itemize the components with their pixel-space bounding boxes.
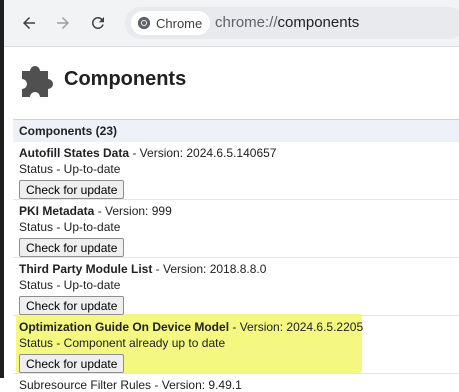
check-for-update-button[interactable]: Check for update [19,180,125,199]
url-path: components [277,14,360,31]
component-title: Third Party Module List - Version: 2018.… [19,262,459,277]
check-for-update-button[interactable]: Check for update [19,296,125,315]
component-title: PKI Metadata - Version: 999 [19,204,459,219]
component-version: - Version: 999 [94,204,172,218]
component-item: PKI Metadata - Version: 999 Status - Up-… [13,200,459,258]
chrome-logo-icon [137,16,151,30]
component-item-partial: Subresource Filter Rules - Version: 9.49… [13,374,459,392]
url-scheme: chrome:// [215,14,278,31]
component-status: Status - Component already up to date [19,336,226,350]
address-bar[interactable]: Chrome chrome://components [125,7,459,39]
component-name: Subresource Filter Rules [19,378,152,392]
url-text[interactable]: chrome://components [215,14,359,31]
component-item: Third Party Module List - Version: 2018.… [13,258,459,316]
forward-button[interactable] [51,11,75,35]
reload-button[interactable] [86,11,110,35]
check-for-update-button[interactable]: Check for update [19,238,125,257]
component-item: Autofill States Data - Version: 2024.6.5… [13,142,459,200]
chrome-chip[interactable]: Chrome [131,11,211,35]
component-item-highlighted: Optimization Guide On Device Model - Ver… [13,316,459,374]
component-version: - Version: 9.49.1 [151,378,242,392]
component-title: Autofill States Data - Version: 2024.6.5… [19,146,459,161]
component-version: - Version: 2024.6.5.140657 [129,146,277,160]
component-name: Autofill States Data [19,146,130,160]
component-status: Status - Up-to-date [19,162,121,176]
components-page: Components Components (23) Autofill Stat… [4,47,459,392]
back-button[interactable] [17,11,41,35]
component-status: Status - Up-to-date [19,220,121,234]
arrow-right-icon [57,17,69,29]
component-name: PKI Metadata [19,204,95,218]
component-title: Optimization Guide On Device Model - Ver… [19,320,459,335]
reload-icon [91,16,104,29]
section-header: Components (23) [13,119,459,142]
page-header: Components [16,59,186,99]
arrow-left-icon [23,17,35,29]
component-title: Subresource Filter Rules - Version: 9.49… [19,378,459,392]
component-version: - Version: 2024.6.5.2205 [229,320,364,334]
page-title: Components [64,67,187,90]
component-name: Third Party Module List [19,262,153,276]
browser-toolbar: Chrome chrome://components [4,0,459,47]
component-status: Status - Up-to-date [19,278,121,292]
chip-label: Chrome [156,15,203,31]
component-name: Optimization Guide On Device Model [19,320,230,334]
puzzle-piece-icon [22,66,53,97]
component-version: - Version: 2018.8.8.0 [152,262,267,276]
check-for-update-button[interactable]: Check for update [19,354,125,373]
components-list: Components (23) Autofill States Data - V… [13,119,459,392]
